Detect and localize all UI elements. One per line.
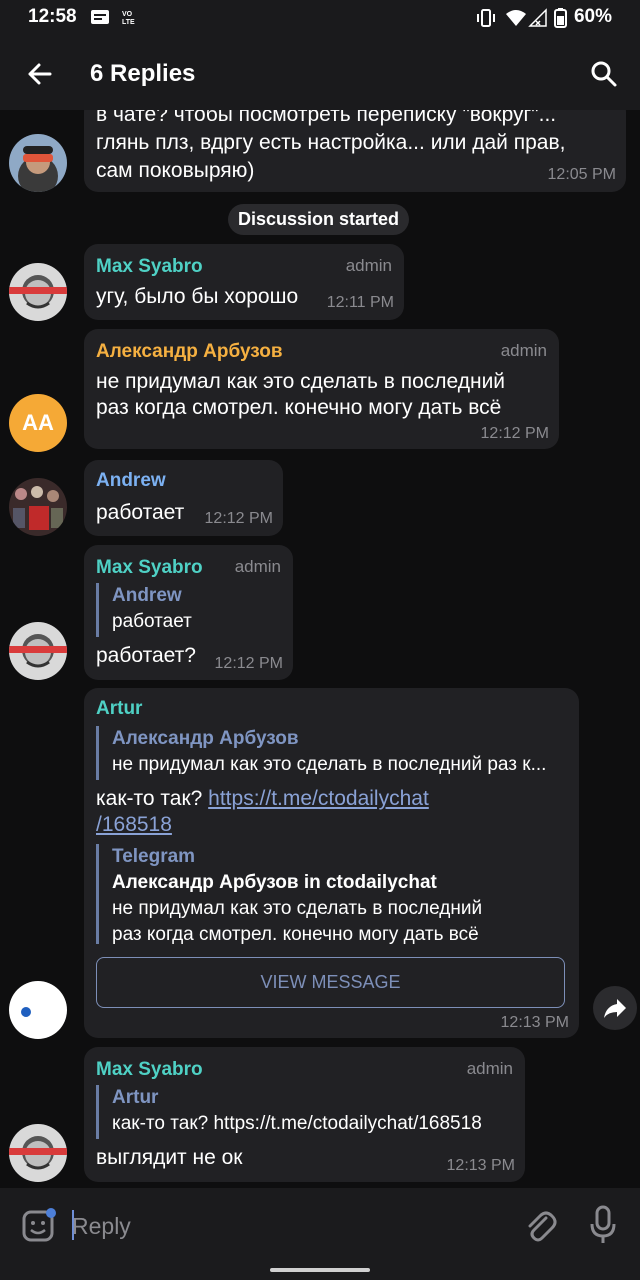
avatar[interactable] [9, 263, 67, 321]
avatar[interactable] [9, 981, 67, 1039]
message-time: 12:11 PM [326, 294, 394, 311]
message-link[interactable]: /168518 [96, 812, 172, 838]
preview-text: раз когда смотрел. конечно могу дать всё [112, 924, 479, 945]
view-message-button[interactable]: VIEW MESSAGE [96, 957, 565, 1008]
reply-text: не придумал как это сделать в последний … [112, 754, 547, 775]
message-text: угу, было бы хорошо [96, 285, 299, 308]
status-bar: 12:58 VO LTE 60% [0, 0, 640, 36]
message-time: 12:12 PM [214, 655, 283, 672]
search-icon[interactable] [584, 54, 624, 94]
arrow-left-icon[interactable] [20, 54, 60, 94]
reply-text: как-то так? https://t.me/ctodailychat/16… [112, 1113, 482, 1134]
avatar-initials[interactable]: AA [9, 394, 67, 452]
reply-sender: Andrew [112, 585, 182, 606]
microphone-icon[interactable] [588, 1204, 618, 1246]
sender-name[interactable]: Max Syabro [96, 557, 203, 579]
app-bar: 6 Replies [0, 36, 640, 110]
reply-quote[interactable]: Artur как-то так? https://t.me/ctodailyc… [96, 1085, 482, 1139]
battery-icon [554, 8, 567, 28]
sender-name[interactable]: Max Syabro [96, 1059, 203, 1081]
sender-name[interactable]: Andrew [96, 470, 166, 492]
volte-icon: VO LTE [122, 11, 135, 25]
message-time: 12:05 PM [547, 166, 616, 183]
sticker-emoji-icon[interactable] [20, 1206, 60, 1246]
admin-badge: admin [466, 1059, 513, 1078]
preview-site: Telegram [112, 846, 196, 867]
message-time: 12:13 PM [500, 1014, 569, 1031]
message-bubble[interactable]: Artur Александр Арбузов не придумал как … [84, 688, 579, 1038]
message-text: раз когда смотрел. конечно могу дать всё [96, 396, 502, 419]
sender-name[interactable]: Александр Арбузов [96, 341, 283, 363]
sender-name[interactable]: Artur [96, 698, 142, 720]
message-bubble[interactable]: Max Syabro admin угу, было бы хорошо 12:… [84, 244, 404, 320]
signal-icon [528, 8, 547, 27]
status-time: 12:58 [28, 6, 77, 27]
message-time: 12:13 PM [446, 1157, 515, 1174]
message-bubble[interactable]: Max Syabro admin Andrew работает работае… [84, 545, 293, 680]
avatar[interactable] [9, 622, 67, 680]
paperclip-icon[interactable] [522, 1206, 558, 1246]
share-arrow-icon [604, 999, 626, 1018]
message-bubble[interactable]: в чате? чтобы посмотреть переписку "вокр… [84, 110, 626, 192]
reply-sender: Artur [112, 1087, 159, 1108]
message-text: работает? [96, 644, 196, 667]
preview-text: не придумал как это сделать в последний [112, 898, 483, 919]
compose-bar: Reply [0, 1188, 640, 1280]
page-title: 6 Replies [90, 60, 196, 87]
message-text: работает [96, 501, 185, 524]
message-text: в чате? чтобы посмотреть переписку "вокр… [96, 110, 557, 126]
reply-sender: Александр Арбузов [112, 728, 299, 749]
message-text: выглядит не ок [96, 1146, 243, 1169]
gesture-bar[interactable] [270, 1268, 370, 1272]
reply-quote[interactable]: Александр Арбузов не придумал как это сд… [96, 726, 564, 780]
message-link[interactable]: https://t.me/ctodailychat [208, 787, 429, 810]
reply-input[interactable]: Reply [72, 1206, 492, 1246]
reply-quote[interactable]: Andrew работает [96, 583, 192, 637]
avatar[interactable] [9, 478, 67, 536]
message-text: не придумал как это сделать в последний [96, 370, 506, 393]
svg-text:VO: VO [122, 11, 133, 18]
link-preview[interactable]: Telegram Александр Арбузов in ctodailych… [96, 844, 564, 945]
message-list[interactable]: в чате? чтобы посмотреть переписку "вокр… [0, 110, 640, 1188]
message-text: как-то так? https://t.me/ctodailychat [96, 786, 429, 812]
vibrate-icon [477, 9, 495, 27]
message-text: глянь плз, вдргу есть настройка... или д… [96, 131, 566, 154]
discussion-started-badge: Discussion started [228, 204, 410, 235]
admin-badge: admin [500, 341, 547, 360]
admin-badge: admin [345, 256, 392, 275]
message-text-prefix: как-то так? [96, 787, 209, 810]
wifi-icon [506, 10, 526, 26]
avatar[interactable] [9, 1124, 67, 1182]
message-time: 12:12 PM [480, 425, 549, 442]
avatar[interactable] [9, 134, 67, 192]
sender-name[interactable]: Max Syabro [96, 256, 203, 278]
message-text: сам поковыряю) [96, 159, 255, 182]
svg-text:LTE: LTE [122, 19, 135, 25]
forward-button[interactable] [593, 986, 637, 1030]
battery-percentage: 60% [573, 6, 612, 27]
message-bubble[interactable]: Max Syabro admin Artur как-то так? https… [84, 1047, 525, 1182]
message-icon [91, 10, 109, 24]
message-bubble[interactable]: Александр Арбузов admin не придумал как … [84, 329, 559, 449]
message-bubble[interactable]: Andrew работает 12:12 PM [84, 460, 283, 536]
reply-text: работает [112, 611, 192, 632]
preview-title: Александр Арбузов in ctodailychat [112, 872, 437, 893]
admin-badge: admin [234, 557, 281, 576]
message-time: 12:12 PM [204, 510, 273, 527]
